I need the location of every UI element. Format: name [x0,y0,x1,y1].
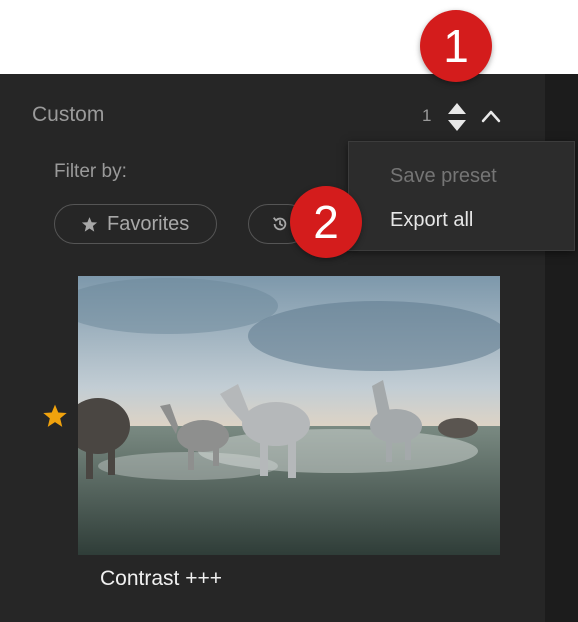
step-badge-1: 1 [420,10,492,82]
preset-options-menu: Save preset Export all [348,141,575,251]
menu-item-export-all[interactable]: Export all [390,209,473,232]
preset-name: Contrast +++ [100,567,222,590]
chevron-up-icon[interactable] [480,106,502,126]
up-down-arrows-icon[interactable] [446,102,468,132]
preset-thumbnail[interactable] [78,276,500,555]
favorites-filter-button[interactable]: Favorites [54,204,217,244]
favorites-filter-label: Favorites [107,212,190,235]
menu-item-save-preset[interactable]: Save preset [390,165,497,188]
filter-label: Filter by: [54,161,127,182]
history-icon [273,217,287,231]
preset-count: 1 [422,106,432,125]
section-title[interactable]: Custom [32,103,104,127]
step-badge-2: 2 [290,186,362,258]
star-icon [81,216,98,232]
favorite-star-icon[interactable] [42,403,68,429]
